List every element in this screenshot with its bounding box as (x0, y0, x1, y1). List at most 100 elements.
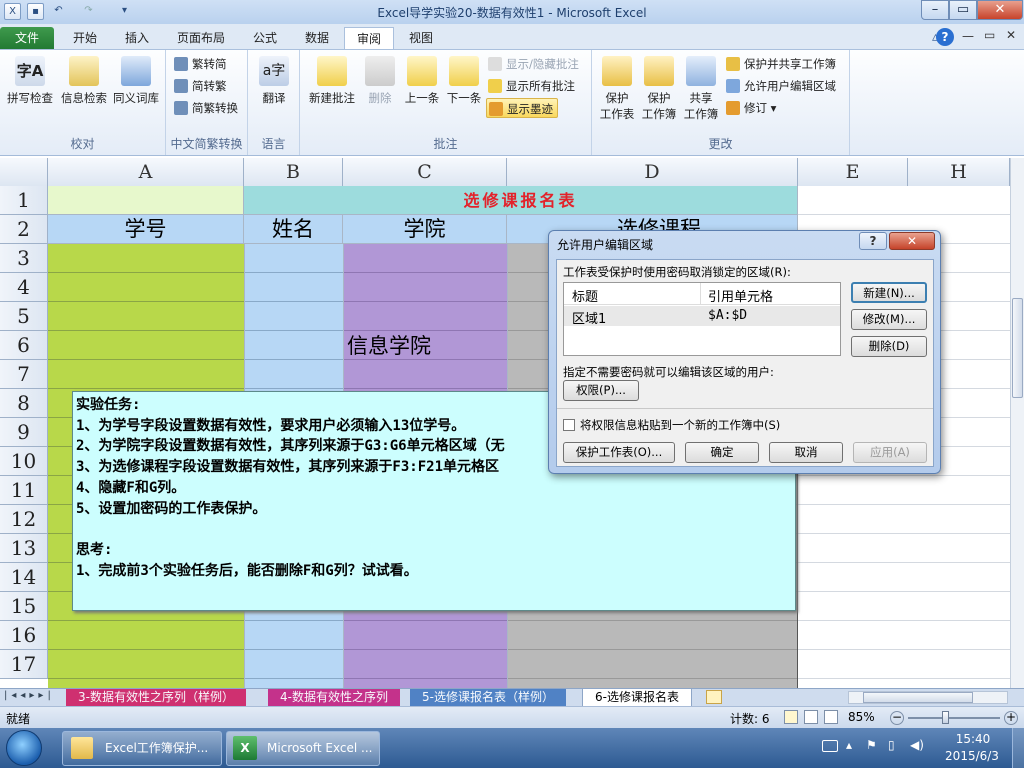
normal-view-icon[interactable] (784, 710, 798, 724)
simp-to-trad-button[interactable]: 简转繁 (172, 76, 227, 96)
zoom-in-icon[interactable]: + (1004, 711, 1018, 725)
row-header-10[interactable]: 10 (0, 447, 48, 476)
protect-workbook-button[interactable]: 保护 工作簿 (638, 56, 680, 122)
help-icon[interactable]: ? (936, 28, 954, 46)
column-header-h[interactable]: H (908, 158, 1010, 186)
row-header-11[interactable]: 11 (0, 476, 48, 505)
taskbar-explorer-window[interactable]: Excel工作簿保护... (62, 731, 222, 766)
col-header-title[interactable]: 标题 (572, 286, 598, 305)
start-button[interactable] (6, 730, 42, 766)
spell-check-button[interactable]: 字A 拼写检查 (4, 56, 56, 106)
sheet-tab-5[interactable]: 5-选修课报名表（样例） (410, 689, 566, 707)
column-header-d[interactable]: D (507, 158, 798, 186)
column-header-e[interactable]: E (798, 158, 908, 186)
sheet-tab-3[interactable]: 3-数据有效性之序列（样例） (66, 689, 246, 707)
column-header-c[interactable]: C (343, 158, 507, 186)
cell-c6-college[interactable]: 信息学院 (347, 332, 507, 361)
row-header-3[interactable]: 3 (0, 244, 48, 273)
vertical-scroll-thumb[interactable] (1012, 298, 1023, 398)
zoom-level[interactable]: 85% (848, 710, 875, 724)
insert-sheet-icon[interactable] (706, 690, 722, 704)
row-header-14[interactable]: 14 (0, 563, 48, 592)
tab-view[interactable]: 视图 (396, 27, 446, 49)
workbook-close-icon[interactable]: ✕ (1006, 28, 1016, 42)
row-header-16[interactable]: 16 (0, 621, 48, 650)
row-header-9[interactable]: 9 (0, 418, 48, 447)
show-desktop-button[interactable] (1012, 728, 1024, 768)
volume-icon[interactable]: ◀) (910, 738, 924, 752)
ok-button[interactable]: 确定 (685, 442, 759, 463)
select-all-corner[interactable] (0, 158, 48, 186)
new-comment-button[interactable]: 新建批注 (304, 56, 360, 106)
sheet-title-cell[interactable]: 选修课报名表 (244, 186, 798, 215)
tab-file[interactable]: 文件 (0, 27, 54, 49)
tab-formulas[interactable]: 公式 (240, 27, 290, 49)
horizontal-scroll-thumb[interactable] (863, 692, 973, 703)
header-student-id[interactable]: 学号 (48, 215, 244, 244)
row-header-17[interactable]: 17 (0, 650, 48, 679)
row-header-5[interactable]: 5 (0, 302, 48, 331)
horizontal-scrollbar[interactable] (848, 691, 1008, 704)
track-changes-button[interactable]: 修订 ▾ (724, 98, 776, 118)
show-all-comments-button[interactable]: 显示所有批注 (486, 76, 575, 96)
share-workbook-button[interactable]: 共享 工作簿 (680, 56, 722, 122)
tab-review[interactable]: 审阅 (344, 27, 394, 49)
close-button[interactable]: ✕ (977, 0, 1023, 20)
page-layout-view-icon[interactable] (804, 710, 818, 724)
tab-insert[interactable]: 插入 (112, 27, 162, 49)
dialog-help-button[interactable]: ? (859, 232, 887, 250)
delete-range-button[interactable]: 删除(D) (851, 336, 927, 357)
allow-edit-ranges-button[interactable]: 允许用户编辑区域 (724, 76, 836, 96)
protect-share-button[interactable]: 保护并共享工作簿 (724, 54, 836, 74)
show-ink-button[interactable]: 显示墨迹 (486, 98, 558, 118)
tab-data[interactable]: 数据 (292, 27, 342, 49)
column-header-b[interactable]: B (244, 158, 343, 186)
row-header-1[interactable]: 1 (0, 186, 48, 215)
row-header-4[interactable]: 4 (0, 273, 48, 302)
prev-comment-button[interactable]: 上一条 (400, 56, 444, 106)
clock-time[interactable]: 15:40 (948, 732, 998, 746)
taskbar-excel-window[interactable]: X Microsoft Excel ... (226, 731, 380, 766)
cell-a1[interactable] (48, 186, 244, 215)
tab-page-layout[interactable]: 页面布局 (168, 27, 234, 49)
row-header-12[interactable]: 12 (0, 505, 48, 534)
header-college[interactable]: 学院 (343, 215, 507, 244)
column-header-a[interactable]: A (48, 158, 244, 186)
row-header-7[interactable]: 7 (0, 360, 48, 389)
sheet-tab-6-active[interactable]: 6-选修课报名表 (582, 689, 692, 707)
keyboard-icon[interactable] (822, 740, 838, 752)
ranges-list[interactable]: 标题 引用单元格 区域1 $A:$D (563, 282, 841, 356)
network-icon[interactable]: ▯ (888, 738, 895, 752)
cancel-button[interactable]: 取消 (769, 442, 843, 463)
page-break-view-icon[interactable] (824, 710, 838, 724)
dialog-close-button[interactable]: ✕ (889, 232, 935, 250)
modify-range-button[interactable]: 修改(M)... (851, 309, 927, 330)
row-header-8[interactable]: 8 (0, 389, 48, 418)
tray-overflow-icon[interactable]: ▴ (846, 738, 852, 752)
translate-button[interactable]: a字 翻译 (252, 56, 296, 106)
action-center-icon[interactable]: ⚑ (866, 738, 877, 752)
protect-sheet-button[interactable]: 保护 工作表 (596, 56, 638, 122)
row-header-2[interactable]: 2 (0, 215, 48, 244)
next-comment-button[interactable]: 下一条 (442, 56, 486, 106)
research-button[interactable]: 信息检索 (58, 56, 110, 106)
thesaurus-button[interactable]: 同义词库 (110, 56, 162, 106)
minimize-button[interactable]: – (921, 0, 949, 20)
workbook-min-icon[interactable]: — (962, 29, 974, 43)
row-header-6[interactable]: 6 (0, 331, 48, 360)
zoom-slider-thumb[interactable] (942, 711, 949, 724)
new-range-button[interactable]: 新建(N)... (851, 282, 927, 303)
restore-button[interactable]: ▭ (949, 0, 977, 20)
sheet-nav-arrows[interactable]: |◂◂▸▸| (4, 690, 55, 701)
tab-home[interactable]: 开始 (60, 27, 110, 49)
col-header-ref[interactable]: 引用单元格 (708, 286, 773, 305)
trad-to-simp-button[interactable]: 繁转简 (172, 54, 227, 74)
chinese-convert-button[interactable]: 简繁转换 (172, 98, 238, 118)
clock-date[interactable]: 2015/6/3 (940, 749, 1004, 763)
workbook-restore-icon[interactable]: ▭ (984, 28, 995, 42)
row-header-13[interactable]: 13 (0, 534, 48, 563)
delete-comment-button[interactable]: 删除 (360, 56, 400, 106)
zoom-slider[interactable] (908, 717, 1000, 719)
header-name[interactable]: 姓名 (244, 215, 343, 244)
apply-button[interactable]: 应用(A) (853, 442, 927, 463)
